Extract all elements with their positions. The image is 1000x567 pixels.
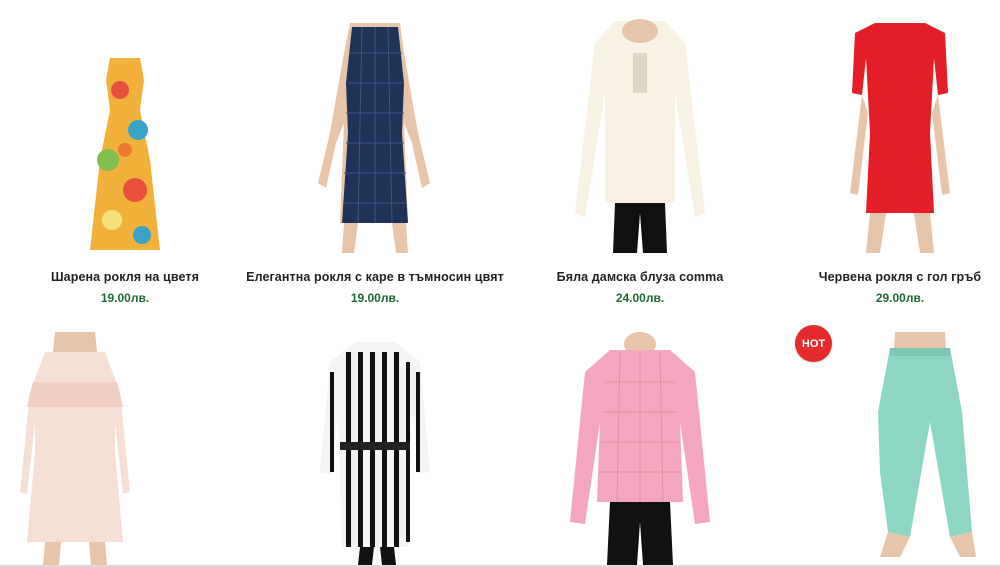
product-price: 24.00лв. bbox=[615, 291, 665, 305]
red-dress-icon[interactable] bbox=[800, 13, 1000, 253]
navy-check-dress-icon[interactable] bbox=[235, 13, 515, 253]
white-blouse-icon[interactable] bbox=[515, 13, 765, 253]
product-card[interactable]: Елегантна рокля с каре в тъмносин цвят 1… bbox=[235, 0, 515, 320]
product-card[interactable]: Шарена рокля на цветя 19.00лв. bbox=[0, 0, 250, 320]
pink-slip-dress-icon[interactable] bbox=[0, 332, 150, 565]
product-card[interactable] bbox=[0, 330, 150, 565]
floral-dress-icon[interactable] bbox=[0, 20, 250, 260]
mint-trousers-icon[interactable] bbox=[840, 332, 1000, 565]
product-card[interactable] bbox=[235, 330, 515, 565]
product-price: 19.00лв. bbox=[350, 291, 400, 305]
product-price: 19.00лв. bbox=[100, 291, 150, 305]
product-title[interactable]: Бяла дамска блуза comma bbox=[515, 270, 765, 284]
product-title[interactable]: Елегантна рокля с каре в тъмносин цвят bbox=[235, 270, 515, 284]
product-grid: Шарена рокля на цветя 19.00лв. Елегантна… bbox=[0, 0, 1000, 567]
product-title[interactable]: Червена рокля с гол гръб bbox=[800, 270, 1000, 284]
pink-check-blouse-icon[interactable] bbox=[515, 332, 765, 565]
product-card[interactable]: Бяла дамска блуза comma 24.00лв. bbox=[515, 0, 765, 320]
product-card[interactable] bbox=[515, 330, 765, 565]
product-title[interactable]: Шарена рокля на цветя bbox=[0, 270, 250, 284]
product-card[interactable]: Червена рокля с гол гръб 29.00лв. bbox=[800, 0, 1000, 320]
striped-shirt-dress-icon[interactable] bbox=[235, 332, 515, 565]
hot-badge: HOT bbox=[795, 325, 832, 362]
product-card[interactable] bbox=[840, 330, 1000, 565]
product-price: 29.00лв. bbox=[875, 291, 925, 305]
